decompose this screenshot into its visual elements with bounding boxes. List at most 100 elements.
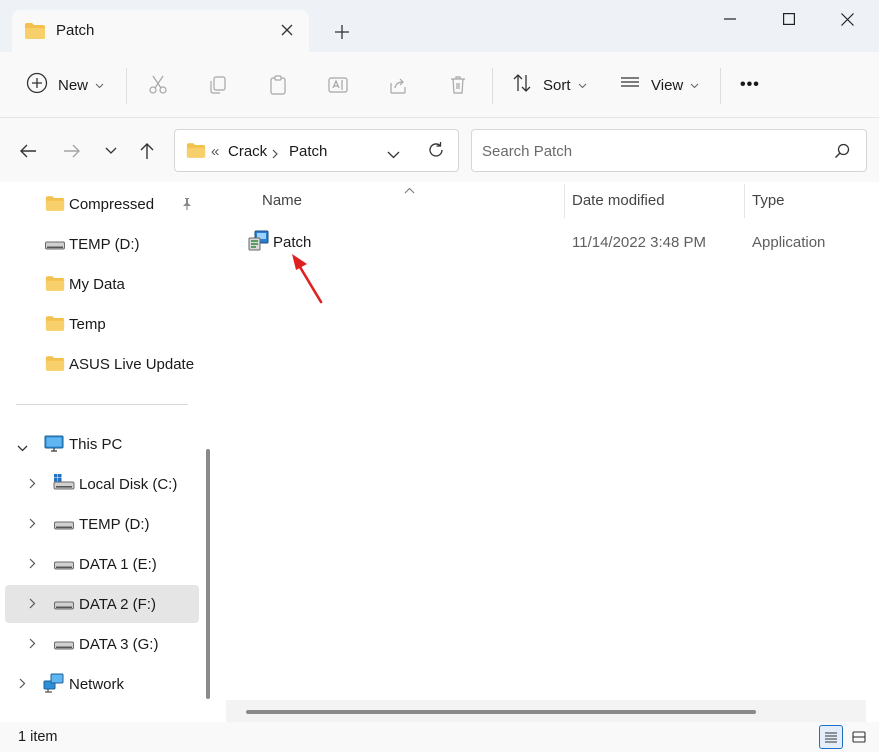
chevron-right-icon[interactable] [29,477,36,493]
file-type: Application [752,234,826,251]
column-divider[interactable] [744,184,745,218]
view-icon [619,72,641,98]
annotation-arrow [292,254,323,304]
nav-item-asus-live-update[interactable]: ASUS Live Update [5,345,199,383]
folder-icon [45,275,65,296]
view-button[interactable]: View [619,70,699,100]
nav-item-temp-d[interactable]: TEMP (D:) [5,225,199,263]
sort-ascending-caret-icon [404,182,415,198]
drive-icon [54,599,74,615]
chevron-down-icon[interactable] [17,440,28,456]
tab-title: Patch [56,22,95,39]
nav-item-temp-d-drive[interactable]: TEMP (D:) [5,505,199,543]
view-label: View [651,76,684,94]
nav-item-label: DATA 3 (G:) [79,636,159,653]
drive-icon [54,559,74,575]
copy-icon[interactable] [205,72,231,98]
windows-drive-icon [53,473,75,495]
address-row: « Crack Patch Search Patch [0,118,879,182]
drive-icon [45,239,65,255]
nav-item-label: TEMP (D:) [69,236,140,253]
nav-item-label: DATA 1 (E:) [79,556,157,573]
folder-icon [45,195,65,216]
tiles-view-icon[interactable] [847,725,871,749]
paste-icon[interactable] [265,72,291,98]
sort-button[interactable]: Sort [511,70,587,100]
file-list: Name Date modified Type Patch 11/14/2022… [218,182,879,722]
nav-item-my-data[interactable]: My Data [5,265,199,303]
chevron-right-icon[interactable] [19,677,26,693]
monitor-icon [44,435,64,457]
drive-icon [54,519,74,535]
chevron-right-icon[interactable] [29,517,36,533]
delete-icon[interactable] [445,72,471,98]
pin-icon[interactable] [181,197,193,215]
folder-icon [186,142,206,163]
chevron-down-icon [690,77,699,93]
breadcrumb-overflow[interactable]: « [211,143,219,160]
back-arrow-icon[interactable] [15,138,41,164]
close-button[interactable] [822,6,872,32]
window-tab[interactable]: Patch [12,10,309,52]
column-header-name[interactable]: Name [262,192,302,209]
cut-icon[interactable] [145,72,171,98]
file-name[interactable]: Patch [273,234,311,251]
horizontal-scrollbar-thumb[interactable] [246,710,756,714]
column-divider[interactable] [564,184,565,218]
tab-close-icon[interactable] [276,19,298,41]
folder-icon [45,355,65,376]
navigation-pane: Compressed TEMP (D:) My Data Temp ASUS L… [0,182,216,722]
nav-item-label: Temp [69,316,106,333]
nav-item-local-disk-c[interactable]: Local Disk (C:) [5,465,199,503]
folder-icon [24,22,46,44]
more-options-button[interactable]: ••• [740,70,760,100]
nav-item-data1-e[interactable]: DATA 1 (E:) [5,545,199,583]
details-view-icon[interactable] [819,725,843,749]
address-bar[interactable]: « Crack Patch [174,129,459,172]
refresh-icon[interactable] [427,141,445,163]
search-icon[interactable] [834,143,850,163]
chevron-right-icon[interactable] [29,637,36,653]
share-icon[interactable] [385,72,411,98]
search-input[interactable]: Search Patch [482,143,572,160]
nav-item-label: ASUS Live Update [69,356,195,373]
file-date-modified: 11/14/2022 3:48 PM [572,234,706,251]
application-icon [248,230,270,256]
toolbar-divider [720,68,721,104]
breadcrumb-crack[interactable]: Crack [228,143,267,160]
column-header-type[interactable]: Type [752,192,785,209]
command-bar: New Sort View ••• [0,52,879,118]
nav-item-label: Network [69,676,125,693]
nav-item-label: Local Disk (C:) [79,476,178,493]
nav-item-label: Compressed [69,196,155,213]
title-bar: Patch [0,0,879,52]
nav-item-label: This PC [69,436,123,453]
chevron-right-icon[interactable] [29,557,36,573]
network-icon [43,673,65,697]
nav-item-compressed[interactable]: Compressed [5,185,199,223]
recent-locations-chevron-icon[interactable] [98,138,124,164]
plus-circle-icon [26,72,48,98]
nav-item-network[interactable]: Network [5,665,199,703]
forward-arrow-icon[interactable] [59,138,85,164]
chevron-down-icon [95,77,104,93]
search-box[interactable]: Search Patch [471,129,867,172]
nav-scrollbar[interactable] [206,449,210,699]
nav-item-temp[interactable]: Temp [5,305,199,343]
breadcrumb-patch[interactable]: Patch [289,143,327,160]
item-count: 1 item [18,729,58,745]
address-dropdown-chevron-icon[interactable] [387,147,400,163]
new-button[interactable]: New [26,70,104,100]
toolbar-divider [492,68,493,104]
up-arrow-icon[interactable] [134,138,160,164]
column-header-date[interactable]: Date modified [572,192,665,209]
nav-item-this-pc[interactable]: This PC [5,425,199,463]
new-tab-button[interactable] [330,20,354,44]
chevron-right-icon[interactable] [29,597,36,613]
rename-icon[interactable] [325,72,351,98]
nav-item-data3-g[interactable]: DATA 3 (G:) [5,625,199,663]
maximize-button[interactable] [764,6,814,32]
minimize-button[interactable] [705,6,755,32]
toolbar-divider [126,68,127,104]
nav-item-data2-f[interactable]: DATA 2 (F:) [5,585,199,623]
